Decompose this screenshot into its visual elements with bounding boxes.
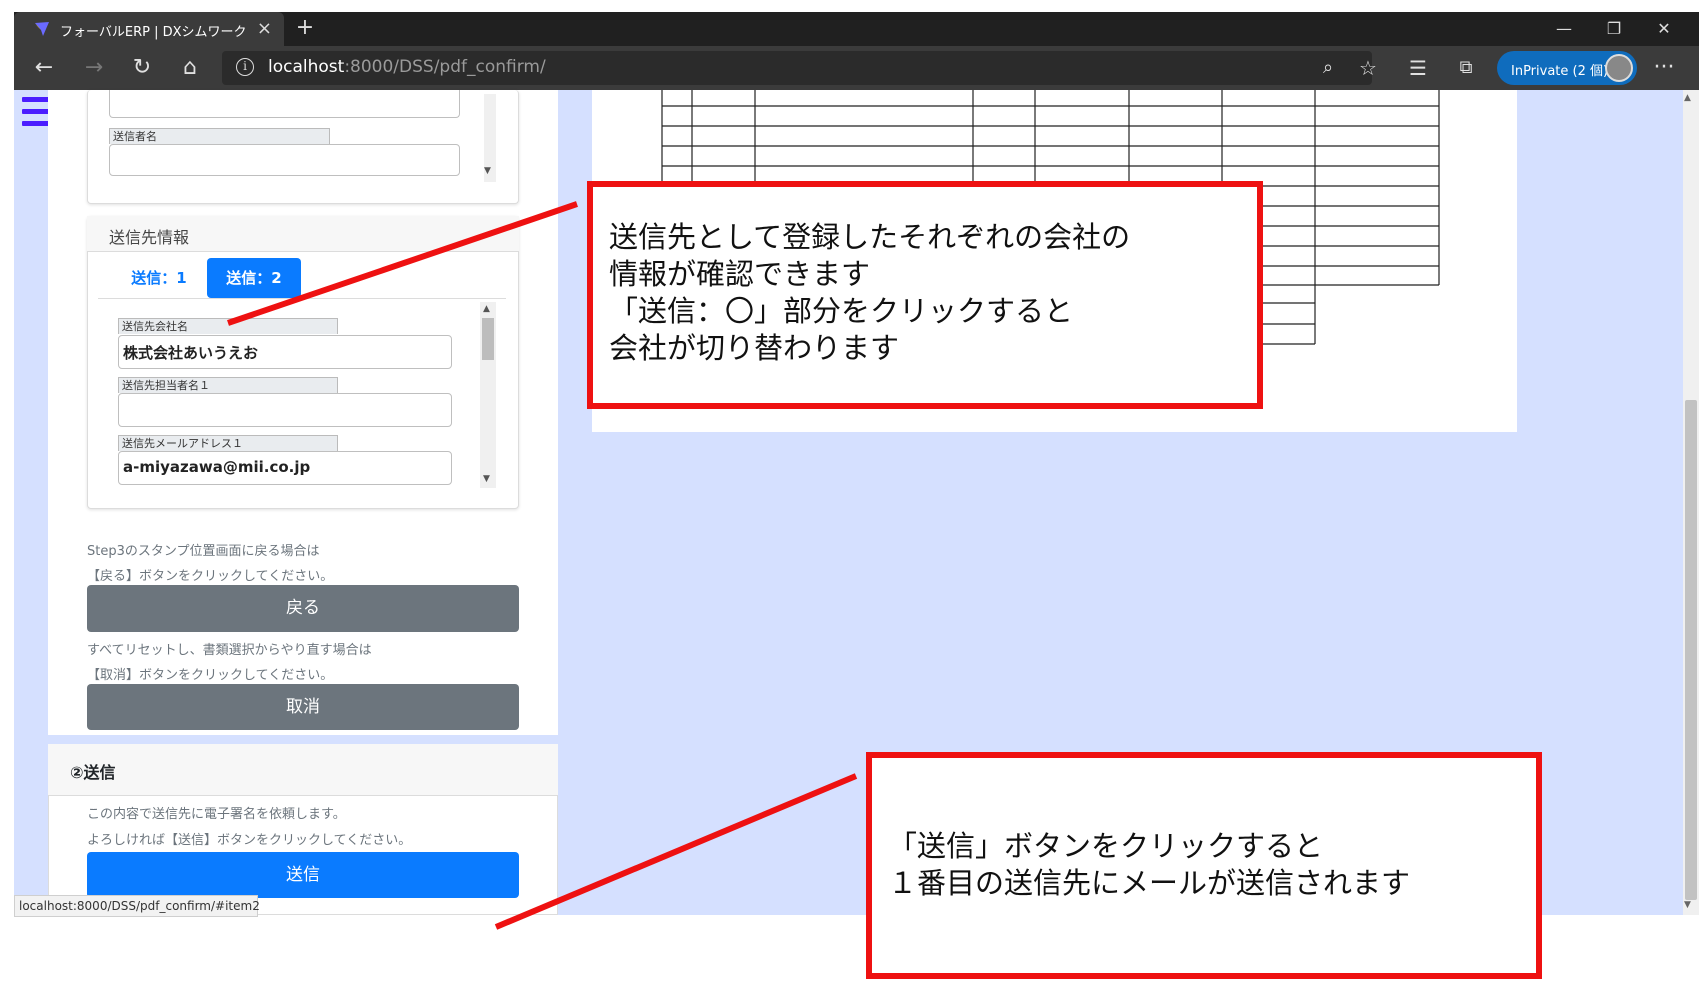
callout-send-button-text: 「送信」ボタンをクリックすると １番目の送信先にメールが送信されます	[888, 829, 1411, 900]
callout-recipient-switch-text: 送信先として登録したそれぞれの会社の 情報が確認できます 「送信：〇」部分をクリ…	[609, 220, 1131, 365]
